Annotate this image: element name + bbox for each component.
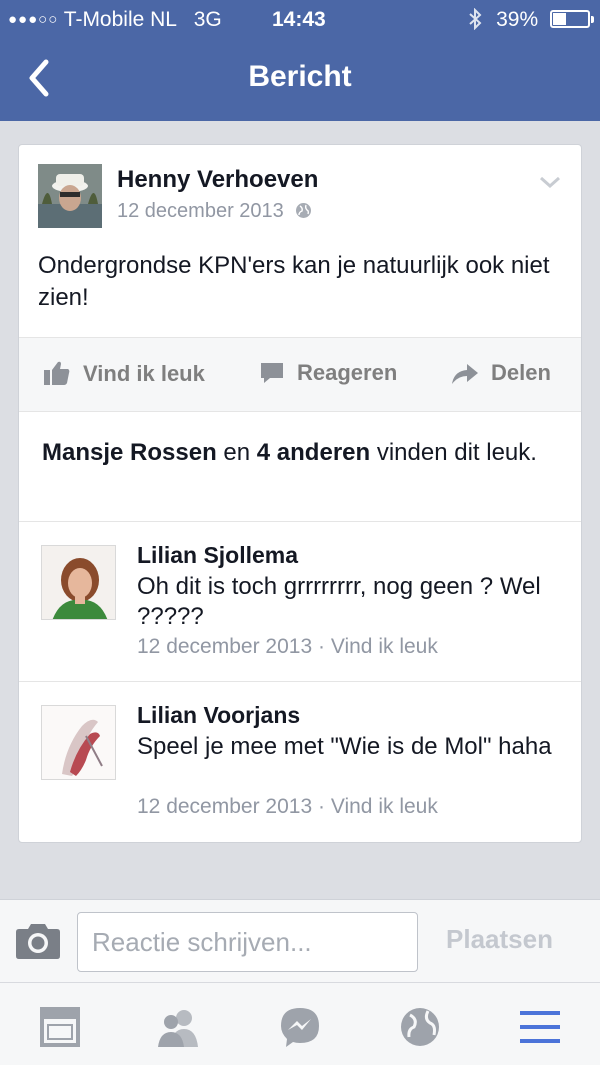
likes-summary[interactable]: Mansje Rossen en 4 anderen vinden dit le… <box>42 437 562 469</box>
comment-meta: 12 december 2013 · Vind ik leuk <box>137 795 438 818</box>
news-feed-icon[interactable] <box>38 1005 82 1049</box>
comment-composer: Plaatsen <box>0 899 600 983</box>
share-arrow-icon <box>452 364 478 384</box>
signal-strength: ●●●○○ <box>8 11 59 28</box>
post-date: 12 december 2013 <box>117 200 284 222</box>
tab-bar <box>0 983 600 1065</box>
battery-percent: 39% <box>496 8 539 31</box>
comment-button[interactable]: Reageren <box>259 360 397 386</box>
battery-icon <box>550 10 594 28</box>
carrier-name: T-Mobile NL <box>63 8 177 31</box>
comment-item: Lilian Voorjans Speel je mee met "Wie is… <box>19 681 581 842</box>
like-button[interactable]: Vind ik leuk <box>43 360 205 387</box>
thumbs-up-icon <box>44 361 70 385</box>
messenger-icon[interactable] <box>278 1005 322 1049</box>
status-bar: ●●●○○ T-Mobile NL 3G 14:43 39% <box>0 0 600 40</box>
comment-meta: 12 december 2013 · Vind ik leuk <box>137 635 438 658</box>
comment-date: 12 december 2013 <box>137 795 313 818</box>
comment-text: Oh dit is toch grrrrrrrr, nog geen ? Wel… <box>137 573 541 630</box>
post-actions-bar: Vind ik leuk Reageren Delen <box>19 337 581 412</box>
network-type: 3G <box>193 8 222 31</box>
comment-date: 12 december 2013 <box>137 635 313 658</box>
menu-icon[interactable] <box>518 1005 562 1049</box>
comment-like-link[interactable]: Vind ik leuk <box>331 635 438 658</box>
friends-icon[interactable] <box>156 1005 200 1049</box>
post-timestamp: 12 december 2013 <box>117 200 312 223</box>
comment-text: Speel je mee met "Wie is de Mol" haha <box>137 733 552 760</box>
liker-name[interactable]: Mansje Rossen <box>42 439 217 466</box>
commenter-name[interactable]: Lilian Voorjans <box>137 702 300 729</box>
post-author[interactable]: Henny Verhoeven <box>117 166 318 194</box>
comment-input[interactable] <box>77 912 418 972</box>
post-card: Henny Verhoeven 12 december 2013 Ondergr… <box>18 144 582 843</box>
author-avatar[interactable] <box>38 164 102 228</box>
page-title: Bericht <box>248 60 352 93</box>
commenter-avatar[interactable] <box>41 705 116 780</box>
public-globe-icon <box>296 203 312 218</box>
commenter-avatar[interactable] <box>41 545 116 620</box>
comment-like-link[interactable]: Vind ik leuk <box>331 795 438 818</box>
comment-item: Lilian Sjollema Oh dit is toch grrrrrrrr… <box>19 521 581 681</box>
post-comment-button[interactable]: Plaatsen <box>446 924 553 955</box>
bluetooth-icon <box>469 7 482 31</box>
comment-bubble-icon <box>261 363 283 383</box>
likers-others[interactable]: 4 anderen <box>257 439 370 466</box>
header: ●●●○○ T-Mobile NL 3G 14:43 39% Bericht <box>0 0 600 121</box>
post-text: Ondergrondse KPN'ers kan je natuurlijk o… <box>38 252 550 311</box>
clock: 14:43 <box>272 8 326 31</box>
share-button[interactable]: Delen <box>451 360 551 386</box>
globe-icon[interactable] <box>398 1005 442 1049</box>
post-options-chevron-icon[interactable] <box>539 175 561 189</box>
commenter-name[interactable]: Lilian Sjollema <box>137 542 298 569</box>
camera-icon[interactable] <box>14 922 62 960</box>
